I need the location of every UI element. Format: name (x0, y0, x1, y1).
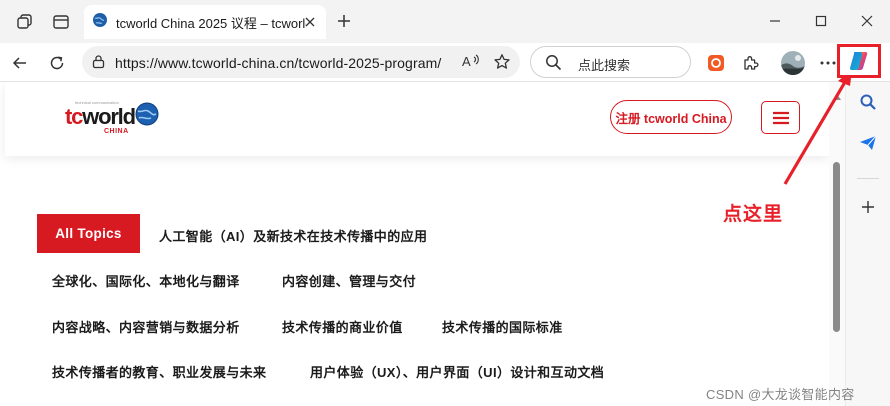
topic-standards[interactable]: 技术传播的国际标准 (442, 317, 563, 336)
url-text: https://www.tcworld-china.cn/tcworld-202… (115, 55, 442, 71)
search-icon (860, 94, 876, 110)
refresh-icon (50, 56, 64, 70)
star-icon[interactable] (493, 53, 511, 76)
topic-content-creation[interactable]: 内容创建、管理与交付 (282, 271, 416, 290)
topic-all-button[interactable]: All Topics (37, 214, 140, 253)
lock-icon[interactable] (91, 54, 106, 74)
tab-actions-icon[interactable] (47, 8, 75, 36)
search-icon (545, 54, 562, 76)
close-icon (305, 17, 315, 27)
topic-filter: All Topics 人工智能（AI）及新技术在技术传播中的应用 全球化、国际化… (0, 82, 830, 406)
maximize-icon (815, 15, 827, 27)
workspaces-icon[interactable] (11, 8, 39, 36)
read-aloud-icon[interactable]: A (462, 53, 481, 75)
sidebar-search-button[interactable] (854, 88, 882, 116)
browser-toolbar: https://www.tcworld-china.cn/tcworld-202… (0, 43, 890, 82)
svg-text:A: A (462, 54, 471, 69)
watermark: CSDN @大龙谈智能内容 (706, 387, 855, 402)
maximize-button[interactable] (798, 6, 844, 36)
minimize-icon (770, 20, 780, 22)
sidebar-send-button[interactable] (854, 129, 882, 157)
avatar[interactable] (779, 49, 807, 77)
topic-ai[interactable]: 人工智能（AI）及新技术在技术传播中的应用 (159, 226, 427, 245)
record-extension-icon[interactable] (702, 49, 730, 77)
topic-content-strategy[interactable]: 内容战略、内容营销与数据分析 (52, 317, 240, 336)
plus-icon (338, 15, 350, 27)
scroll-up-icon[interactable] (833, 87, 841, 105)
globe-favicon-icon (92, 12, 108, 33)
close-tab-button[interactable] (302, 14, 318, 30)
topic-education[interactable]: 技术传播者的教育、职业发展与未来 (52, 362, 266, 381)
tab-strip: tcworld China 2025 议程 – tcworld (0, 0, 890, 43)
copilot-icon (849, 52, 868, 70)
web-page: technical communication tcworld CHINA 注册… (0, 82, 845, 406)
active-tab[interactable]: tcworld China 2025 议程 – tcworld (84, 5, 326, 39)
sidebar-divider (857, 178, 879, 179)
plus-icon (862, 201, 874, 213)
tab-title: tcworld China 2025 议程 – tcworld (116, 15, 306, 31)
edge-sidebar (845, 82, 890, 406)
annotation-label: 点这里 (723, 204, 784, 225)
search-input[interactable]: 点此搜索 (530, 46, 691, 78)
back-arrow-icon (12, 57, 26, 69)
send-icon (860, 135, 877, 150)
close-window-button[interactable] (844, 6, 890, 36)
minimize-button[interactable] (752, 6, 798, 36)
address-bar[interactable]: https://www.tcworld-china.cn/tcworld-202… (82, 46, 520, 78)
search-placeholder: 点此搜索 (578, 58, 631, 73)
topic-globalization[interactable]: 全球化、国际化、本地化与翻译 (52, 271, 240, 290)
close-icon (861, 15, 873, 27)
scrollbar-thumb[interactable] (833, 162, 840, 332)
puzzle-icon[interactable] (737, 49, 765, 77)
sidebar-add-button[interactable] (854, 193, 882, 221)
refresh-button[interactable] (43, 49, 71, 77)
back-button[interactable] (6, 49, 34, 77)
copilot-button[interactable] (837, 44, 881, 78)
new-tab-button[interactable] (331, 8, 357, 34)
topic-ux-ui[interactable]: 用户体验（UX）、用户界面（UI）设计和互动文档 (310, 362, 604, 381)
topic-business-value[interactable]: 技术传播的商业价值 (282, 317, 403, 336)
